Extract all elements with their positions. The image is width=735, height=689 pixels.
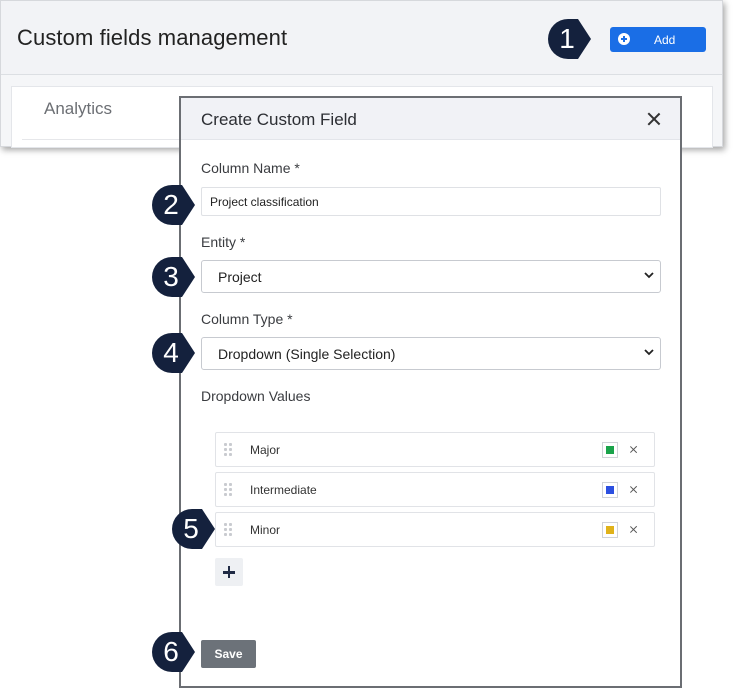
color-swatch-fill bbox=[606, 486, 614, 494]
dropdown-value-item[interactable]: Intermediate bbox=[215, 472, 655, 507]
chevron-down-icon bbox=[644, 270, 654, 280]
column-name-label: Column Name * bbox=[201, 160, 300, 176]
remove-value-icon[interactable] bbox=[628, 484, 640, 496]
step-number: 2 bbox=[163, 189, 179, 220]
drag-handle-icon[interactable] bbox=[224, 483, 234, 497]
step-number: 6 bbox=[163, 636, 179, 667]
column-type-label: Column Type * bbox=[201, 311, 293, 327]
color-swatch[interactable] bbox=[602, 522, 618, 538]
color-swatch[interactable] bbox=[602, 482, 618, 498]
dropdown-values-label: Dropdown Values bbox=[201, 388, 311, 404]
step-marker-6: 6 bbox=[152, 630, 196, 674]
close-icon[interactable] bbox=[647, 112, 661, 126]
step-marker-2: 2 bbox=[152, 183, 196, 227]
dropdown-value-label: Intermediate bbox=[250, 483, 317, 497]
page-header: Custom fields management Add bbox=[1, 1, 722, 75]
divider bbox=[22, 139, 182, 140]
chevron-down-icon bbox=[644, 347, 654, 357]
color-swatch-fill bbox=[606, 526, 614, 534]
add-dropdown-value-button[interactable] bbox=[215, 558, 243, 586]
color-swatch-fill bbox=[606, 446, 614, 454]
entity-label: Entity * bbox=[201, 234, 246, 250]
step-marker-4: 4 bbox=[152, 331, 196, 375]
column-type-select[interactable]: Dropdown (Single Selection) bbox=[201, 337, 661, 370]
dropdown-value-label: Major bbox=[250, 443, 281, 457]
step-number: 5 bbox=[183, 513, 199, 544]
add-button-label: Add bbox=[654, 33, 676, 47]
entity-select-value: Project bbox=[218, 269, 262, 285]
column-type-select-value: Dropdown (Single Selection) bbox=[218, 346, 396, 362]
page-title: Custom fields management bbox=[17, 25, 288, 50]
step-marker-5: 5 bbox=[172, 507, 216, 551]
save-button[interactable]: Save bbox=[201, 640, 256, 668]
add-button[interactable]: Add bbox=[610, 27, 706, 52]
color-swatch[interactable] bbox=[602, 442, 618, 458]
dropdown-value-item[interactable]: Minor bbox=[215, 512, 655, 547]
drag-handle-icon[interactable] bbox=[224, 443, 234, 457]
drag-handle-icon[interactable] bbox=[224, 523, 234, 537]
step-marker-1: 1 bbox=[548, 17, 592, 61]
remove-value-icon[interactable] bbox=[628, 444, 640, 456]
step-number: 1 bbox=[559, 23, 575, 54]
entity-select[interactable]: Project bbox=[201, 260, 661, 293]
step-number: 4 bbox=[163, 337, 179, 368]
step-marker-3: 3 bbox=[152, 255, 196, 299]
step-number: 3 bbox=[163, 261, 179, 292]
dropdown-value-item[interactable]: Major bbox=[215, 432, 655, 467]
create-custom-field-modal: Create Custom Field Column Name * Projec… bbox=[179, 96, 682, 688]
remove-value-icon[interactable] bbox=[628, 524, 640, 536]
dropdown-value-label: Minor bbox=[250, 523, 281, 537]
modal-header: Create Custom Field bbox=[181, 98, 680, 140]
modal-title: Create Custom Field bbox=[201, 110, 357, 129]
plus-circle-icon bbox=[618, 33, 630, 45]
column-name-input[interactable]: Project classification bbox=[201, 187, 661, 216]
analytics-label: Analytics bbox=[44, 99, 113, 118]
